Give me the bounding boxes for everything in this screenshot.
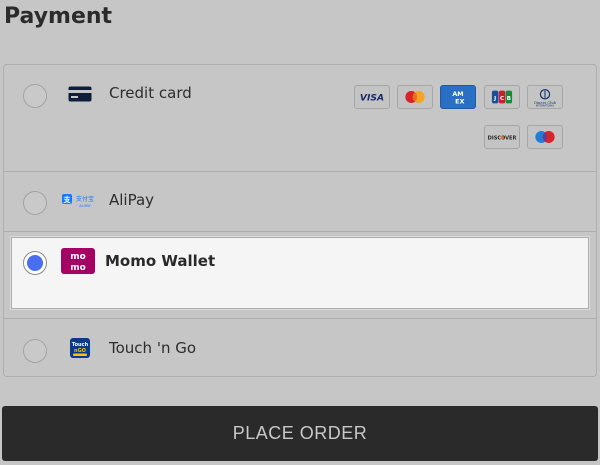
svg-text:EX: EX: [455, 97, 464, 105]
payment-option-label: Momo Wallet: [105, 252, 216, 270]
payment-option-momo-wallet[interactable]: mo mo Momo Wallet: [11, 237, 589, 309]
svg-text:nGO: nGO: [74, 348, 86, 354]
payment-option-label: Credit card: [109, 84, 192, 102]
visa-logo: VISA: [354, 85, 390, 109]
discover-logo: DISCOVER: [484, 125, 520, 149]
mastercard-logo: [397, 85, 433, 109]
svg-text:B: B: [507, 96, 511, 102]
visa-logo-text: VISA: [360, 93, 384, 104]
credit-card-icon: [68, 86, 92, 106]
amex-logo: AM EX: [440, 85, 476, 109]
alipay-icon: 支 支付宝 ALIPAY: [62, 193, 98, 213]
radio-touch-n-go[interactable]: [23, 339, 47, 363]
svg-text:ALIPAY: ALIPAY: [79, 204, 91, 208]
svg-text:mo: mo: [70, 252, 86, 262]
maestro-logo: [527, 125, 563, 149]
alipay-icon-text: 支付宝: [76, 195, 94, 203]
payment-option-alipay[interactable]: 支 支付宝 ALIPAY AliPay: [4, 172, 596, 232]
momo-icon: mo mo: [61, 248, 95, 278]
payment-option-credit-card[interactable]: Credit card VISA AM EX J C B Diners Club…: [4, 65, 596, 172]
radio-alipay[interactable]: [23, 191, 47, 215]
diners-club-logo: Diners Club INTERNATIONAL: [527, 85, 563, 109]
payment-option-label: AliPay: [109, 191, 155, 209]
jcb-logo: J C B: [484, 85, 520, 109]
radio-credit-card[interactable]: [23, 84, 47, 108]
payment-methods-list: Credit card VISA AM EX J C B Diners Club…: [3, 64, 597, 377]
svg-text:INTERNATIONAL: INTERNATIONAL: [536, 105, 555, 108]
place-order-button[interactable]: PLACE ORDER: [2, 406, 598, 461]
svg-text:支: 支: [63, 195, 72, 204]
payment-option-touch-n-go[interactable]: Touch nGO Touch 'n Go: [4, 318, 596, 376]
page-title: Payment: [4, 4, 113, 29]
svg-text:C: C: [500, 96, 504, 102]
svg-text:J: J: [493, 96, 496, 102]
svg-text:mo: mo: [70, 263, 86, 273]
radio-momo-wallet[interactable]: [23, 251, 47, 275]
touch-n-go-icon: Touch nGO: [70, 338, 90, 362]
payment-option-label: Touch 'n Go: [109, 339, 197, 357]
